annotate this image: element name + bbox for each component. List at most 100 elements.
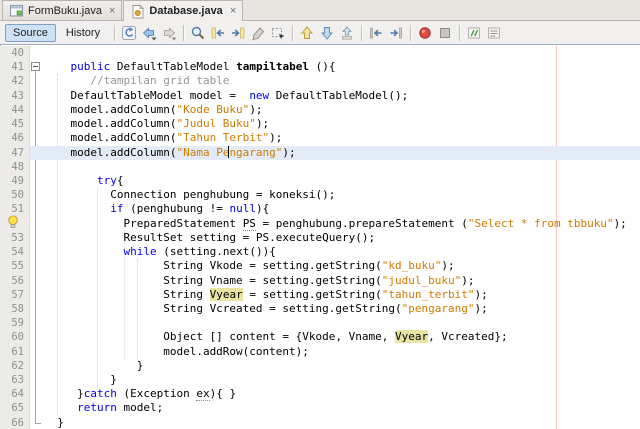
code-line[interactable]: } — [30, 416, 640, 429]
code-line[interactable]: model.addColumn("Tahun Terbit"); — [30, 131, 640, 145]
start-macro-recording-button[interactable] — [415, 23, 435, 43]
uncomment-icon — [486, 25, 502, 41]
find-previous-button[interactable] — [208, 23, 228, 43]
code-line[interactable]: DefaultTableModel model = new DefaultTab… — [30, 89, 640, 103]
line-number: 59 — [11, 317, 24, 330]
code-line[interactable]: String Vkode = setting.getString("kd_buk… — [30, 259, 640, 273]
code-line[interactable]: try{ — [30, 174, 640, 188]
next-bookmark-button[interactable] — [317, 23, 337, 43]
back-icon — [141, 25, 157, 41]
source-button[interactable]: Source — [5, 23, 56, 42]
toolbar-separator — [410, 24, 412, 41]
code-line[interactable] — [30, 316, 640, 330]
code-line[interactable]: PreparedStatement PS = penghubung.prepar… — [30, 216, 640, 231]
code-line[interactable]: String Vname = setting.getString("judul_… — [30, 274, 640, 288]
line-number: 48 — [11, 160, 24, 173]
close-icon[interactable]: × — [109, 5, 115, 17]
code-line[interactable]: Connection penghubung = koneksi(); — [30, 188, 640, 202]
line-number: 58 — [11, 302, 24, 315]
last-edit-button[interactable] — [119, 23, 139, 43]
shift-line-right-button[interactable] — [386, 23, 406, 43]
code-area[interactable]: public DefaultTableModel tampiltabel (){… — [30, 46, 640, 429]
line-number: 54 — [11, 246, 24, 259]
code-line[interactable]: return model; — [30, 401, 640, 415]
code-line[interactable]: model.addColumn("Judul Buku"); — [30, 117, 640, 131]
code-line[interactable]: ResultSet setting = PS.executeQuery(); — [30, 231, 640, 245]
tab-database-java[interactable]: Database.java × — [123, 0, 244, 21]
code-token: (setting.next()){ — [156, 245, 276, 259]
line-number: 64 — [11, 388, 24, 401]
code-token: String Vkode = setting.getString( — [44, 259, 382, 273]
code-token: = setting.getString( — [242, 287, 382, 301]
code-token: model; — [116, 401, 164, 415]
code-token: ){ — [255, 202, 270, 216]
toolbar-separator — [114, 24, 116, 41]
tab-label: Database.java — [149, 5, 223, 17]
code-token: } — [44, 387, 84, 401]
code-line[interactable]: String Vyear = setting.getString("tahun_… — [30, 287, 640, 302]
stop-macro-recording-icon — [437, 25, 453, 41]
tab-bar: FormBuku.java × Database.java × — [0, 0, 640, 21]
code-line[interactable]: while (setting.next()){ — [30, 245, 640, 259]
code-token: String Vname = setting.getString( — [44, 273, 382, 287]
code-token: ex — [196, 387, 210, 402]
code-token: "Kode Buku" — [176, 102, 250, 116]
code-token: public — [70, 60, 111, 74]
line-number: 56 — [11, 274, 24, 287]
previous-bookmark-button[interactable] — [297, 23, 317, 43]
last-edit-icon — [121, 25, 137, 41]
code-line[interactable]: String Vcreated = setting.getString("pen… — [30, 302, 640, 316]
toggle-highlight-button[interactable] — [248, 23, 268, 43]
toolbar-separator — [361, 24, 363, 41]
code-line[interactable]: Object [] content = {Vkode, Vname, Vyear… — [30, 330, 640, 344]
line-number: 55 — [11, 260, 24, 273]
uncomment-button[interactable] — [484, 23, 504, 43]
find-selection-button[interactable] — [188, 23, 208, 43]
toggle-bookmark-icon — [339, 25, 355, 41]
rectangular-selection-button[interactable] — [268, 23, 288, 43]
code-token: if — [110, 202, 124, 216]
code-token: , Vcreated}; — [428, 330, 508, 344]
history-button[interactable]: History — [58, 24, 108, 42]
stop-macro-recording-button[interactable] — [435, 23, 455, 43]
line-number: 63 — [11, 374, 24, 387]
code-token: model.addColumn( — [44, 145, 177, 159]
form-icon — [9, 3, 24, 18]
code-line[interactable] — [30, 160, 640, 174]
code-line[interactable]: //tampilan grid table — [30, 74, 640, 88]
line-number: 40 — [11, 47, 24, 59]
comment-button[interactable] — [464, 23, 484, 43]
hint-bulb-icon[interactable] — [7, 215, 20, 232]
toggle-bookmark-button[interactable] — [337, 23, 357, 43]
next-bookmark-icon — [319, 25, 335, 41]
close-icon[interactable]: × — [230, 5, 236, 17]
code-token: } — [44, 373, 117, 387]
code-line[interactable]: model.addColumn("Kode Buku"); — [30, 103, 640, 117]
back-button[interactable] — [139, 23, 159, 43]
line-number: 45 — [11, 118, 24, 131]
tab-formbuku-java[interactable]: FormBuku.java × — [2, 0, 123, 20]
code-line[interactable]: public DefaultTableModel tampiltabel (){ — [30, 60, 640, 74]
shift-line-left-button[interactable] — [366, 23, 386, 43]
code-token: } — [44, 358, 144, 372]
code-token: try — [96, 173, 117, 187]
forward-button[interactable] — [159, 23, 179, 43]
code-token: "Judul Buku" — [176, 117, 256, 131]
code-line[interactable]: } — [30, 373, 640, 387]
code-token: "pengarang" — [401, 301, 475, 315]
code-line[interactable]: }catch (Exception ex){ } — [30, 387, 640, 402]
code-line[interactable]: model.addColumn("Nama Pengarang"); — [30, 145, 640, 160]
find-previous-icon — [210, 25, 226, 41]
find-next-button[interactable] — [228, 23, 248, 43]
code-line[interactable]: model.addRow(content); — [30, 345, 640, 359]
code-token: DefaultTableModel model = — [44, 88, 250, 102]
code-line[interactable]: } — [30, 359, 640, 373]
code-line[interactable] — [30, 46, 640, 60]
code-token: ); — [441, 259, 455, 273]
start-macro-recording-icon — [417, 25, 433, 41]
code-editor[interactable]: 40 41 42 43 44 45 46 47 48 49 50 51 53 54 55 56 57 58 59 60… — [0, 46, 640, 429]
code-token: ){ } — [209, 387, 237, 401]
code-line[interactable]: if (penghubung != null){ — [30, 202, 640, 216]
